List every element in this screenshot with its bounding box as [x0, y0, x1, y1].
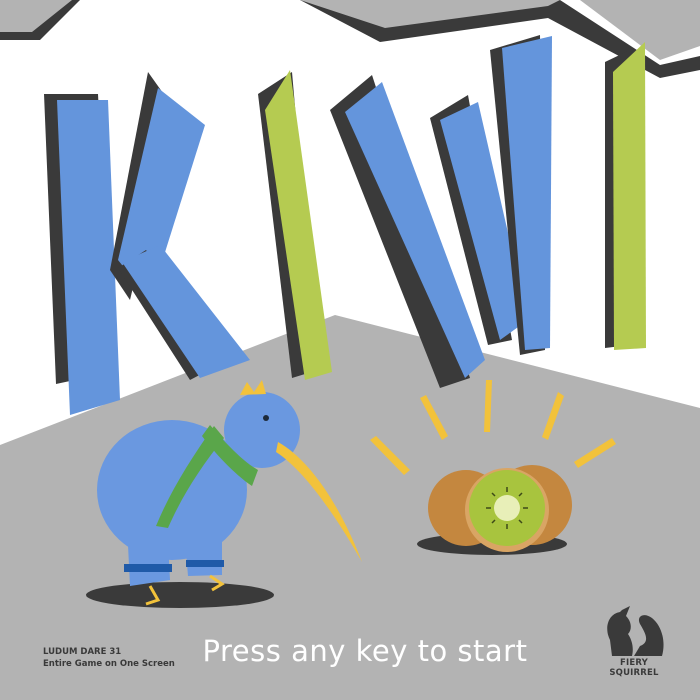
- kiwi-body: [97, 420, 247, 560]
- press-any-key-prompt[interactable]: Press any key to start: [190, 634, 540, 668]
- title-scene: [0, 0, 700, 700]
- event-theme: Entire Game on One Screen: [43, 659, 175, 669]
- event-name: LUDUM DARE 31: [43, 647, 122, 657]
- title-letter-i-2: [605, 42, 646, 350]
- title-letter-i-1: [258, 70, 332, 380]
- event-credit: LUDUM DARE 31 Entire Game on One Screen: [43, 646, 175, 670]
- studio-name: FIERY SQUIRREL: [609, 658, 659, 678]
- kiwi-shadow: [86, 582, 274, 608]
- ceiling-outline: [0, 0, 700, 78]
- kiwi-eye: [263, 415, 269, 421]
- game-screen[interactable]: LUDUM DARE 31 Entire Game on One Screen …: [0, 0, 700, 700]
- title-letter-k: [44, 72, 250, 415]
